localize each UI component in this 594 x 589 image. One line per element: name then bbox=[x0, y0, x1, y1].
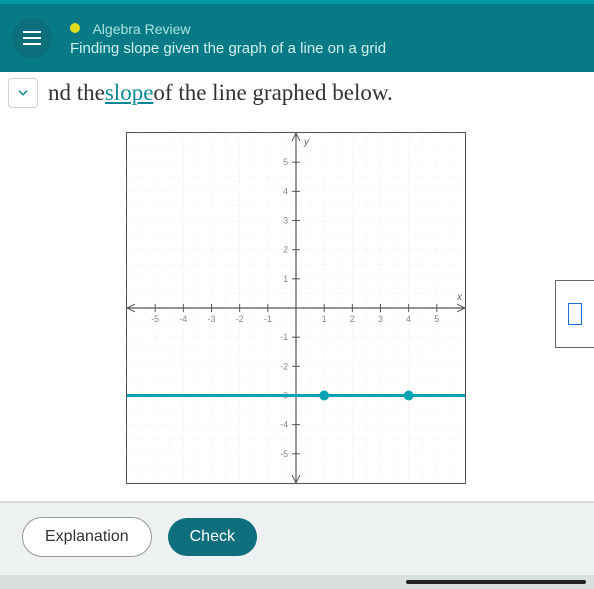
svg-text:1: 1 bbox=[322, 314, 327, 324]
svg-text:1: 1 bbox=[283, 274, 288, 284]
explanation-button[interactable]: Explanation bbox=[22, 517, 152, 557]
status-dot-icon bbox=[70, 23, 80, 33]
slope-glossary-link[interactable]: slope bbox=[105, 80, 154, 106]
svg-text:-2: -2 bbox=[236, 314, 244, 324]
coordinate-graph: -5-4-3-2-112345-5-4-3-2-112345xy bbox=[126, 132, 466, 484]
svg-text:-2: -2 bbox=[280, 361, 288, 371]
svg-text:x: x bbox=[456, 292, 463, 303]
chevron-down-icon bbox=[16, 86, 30, 100]
graph-svg: -5-4-3-2-112345-5-4-3-2-112345xy bbox=[127, 133, 465, 483]
svg-text:-1: -1 bbox=[280, 332, 288, 342]
svg-text:3: 3 bbox=[378, 314, 383, 324]
svg-text:3: 3 bbox=[283, 216, 288, 226]
svg-text:2: 2 bbox=[350, 314, 355, 324]
answer-input-box[interactable] bbox=[555, 280, 594, 348]
svg-text:-3: -3 bbox=[208, 314, 216, 324]
svg-text:4: 4 bbox=[283, 186, 288, 196]
answer-cursor-icon bbox=[568, 303, 582, 325]
course-title: Algebra Review bbox=[92, 20, 190, 36]
svg-text:-5: -5 bbox=[280, 449, 288, 459]
check-button[interactable]: Check bbox=[168, 518, 257, 556]
svg-text:-5: -5 bbox=[151, 314, 159, 324]
svg-text:-1: -1 bbox=[264, 314, 272, 324]
bottom-scrollbar[interactable] bbox=[0, 575, 594, 589]
question-text-post: of the line graphed below. bbox=[153, 80, 392, 106]
collapse-button[interactable] bbox=[8, 78, 38, 108]
hamburger-menu-button[interactable] bbox=[12, 18, 52, 58]
button-row: Explanation Check bbox=[0, 501, 594, 575]
svg-text:5: 5 bbox=[434, 314, 439, 324]
app-header: Algebra Review Finding slope given the g… bbox=[0, 4, 594, 72]
svg-text:5: 5 bbox=[283, 157, 288, 167]
question-bar: nd the slope of the line graphed below. bbox=[0, 72, 594, 114]
svg-text:y: y bbox=[303, 137, 310, 148]
question-text-pre: nd the bbox=[48, 80, 105, 106]
footer: Explanation Check bbox=[0, 501, 594, 589]
svg-text:-4: -4 bbox=[179, 314, 187, 324]
content-area: -5-4-3-2-112345-5-4-3-2-112345xy bbox=[0, 114, 594, 524]
svg-text:4: 4 bbox=[406, 314, 411, 324]
svg-text:-4: -4 bbox=[280, 420, 288, 430]
svg-text:2: 2 bbox=[283, 245, 288, 255]
lesson-subtitle: Finding slope given the graph of a line … bbox=[70, 40, 386, 57]
